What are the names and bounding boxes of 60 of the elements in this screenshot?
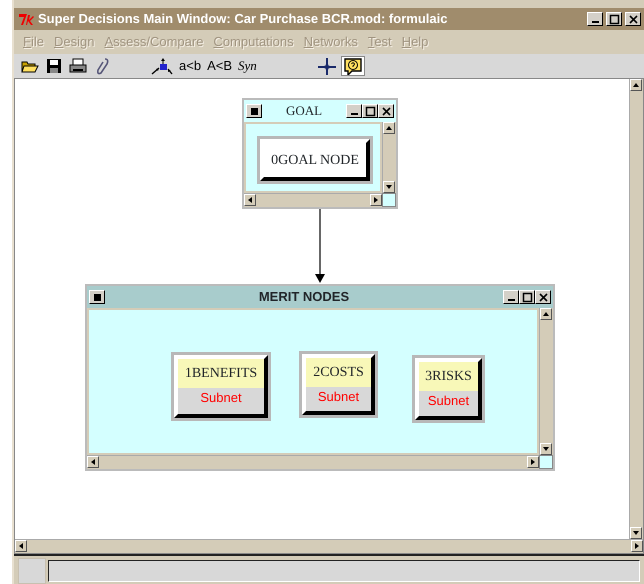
scroll-right-icon[interactable] xyxy=(634,542,640,550)
node-arrows-icon[interactable] xyxy=(150,57,174,75)
horizontal-scrollbar[interactable] xyxy=(15,539,643,553)
app-icon xyxy=(17,11,35,27)
close-button[interactable] xyxy=(625,12,641,26)
node-label: 3RISKS xyxy=(419,362,478,391)
window-menu-button[interactable] xyxy=(89,290,105,304)
scroll-left-icon[interactable] xyxy=(18,542,24,550)
node-label: 2COSTS xyxy=(306,358,371,387)
cluster-title: GOAL xyxy=(284,102,324,120)
scrollbar-corner xyxy=(382,193,396,207)
scrollbar-corner xyxy=(539,455,553,469)
node-button[interactable]: 2COSTS Subnet xyxy=(299,351,378,418)
window-menu-button[interactable] xyxy=(246,104,262,118)
scroll-right-icon[interactable] xyxy=(373,196,379,204)
vertical-scrollbar[interactable] xyxy=(382,122,396,193)
vertical-scrollbar[interactable] xyxy=(539,308,553,455)
node-button[interactable]: 1BENEFITS Subnet xyxy=(171,352,271,421)
cluster-title: MERIT NODES xyxy=(258,288,350,306)
save-disk-icon[interactable] xyxy=(44,57,64,75)
horizontal-scrollbar[interactable] xyxy=(244,193,382,207)
tool-button[interactable]: A<B xyxy=(206,56,233,76)
maximize-button[interactable] xyxy=(362,104,378,118)
minimize-button[interactable] xyxy=(503,290,519,304)
tool-button[interactable]: Syn xyxy=(237,56,258,76)
minimize-icon xyxy=(592,21,598,23)
horizontal-scrollbar[interactable] xyxy=(87,455,539,469)
maximize-icon xyxy=(520,291,534,303)
close-button[interactable] xyxy=(535,290,551,304)
node-label: 1BENEFITS xyxy=(178,359,264,388)
minimize-button[interactable] xyxy=(346,104,362,118)
tool-button[interactable]: a<b xyxy=(178,56,202,76)
scroll-up-icon[interactable] xyxy=(632,82,640,88)
maximize-button[interactable] xyxy=(606,12,622,26)
scroll-down-icon[interactable] xyxy=(385,184,393,190)
window-title: Super Decisions Main Window: Car Purchase BCR.mod: formulaic xyxy=(38,10,448,28)
subnet-label: Subnet xyxy=(316,388,360,406)
subnet-label: Subnet xyxy=(426,392,470,410)
scroll-left-icon[interactable] xyxy=(247,196,253,204)
node-label: 0GOAL NODE xyxy=(264,143,366,177)
scroll-up-icon[interactable] xyxy=(542,311,550,317)
maximize-icon xyxy=(607,13,621,25)
minimize-icon xyxy=(350,113,358,115)
subnet-label: Subnet xyxy=(199,389,243,407)
scroll-left-icon[interactable] xyxy=(90,458,96,466)
scroll-up-icon[interactable] xyxy=(385,125,393,131)
vertical-scrollbar[interactable] xyxy=(629,79,643,539)
maximize-button[interactable] xyxy=(519,290,535,304)
scroll-right-icon[interactable] xyxy=(530,458,536,466)
minimize-icon xyxy=(508,299,514,301)
help-icon[interactable] xyxy=(342,57,364,75)
node-button[interactable]: 3RISKS Subnet xyxy=(412,355,485,423)
close-button[interactable] xyxy=(378,104,394,118)
node-button[interactable]: 0GOAL NODE xyxy=(257,136,373,184)
scroll-down-icon[interactable] xyxy=(542,446,550,452)
scroll-down-icon[interactable] xyxy=(632,530,640,536)
minimize-button[interactable] xyxy=(587,12,603,26)
maximize-icon xyxy=(363,105,377,117)
crosshair-icon[interactable] xyxy=(316,57,338,75)
printer-icon[interactable] xyxy=(68,57,88,75)
